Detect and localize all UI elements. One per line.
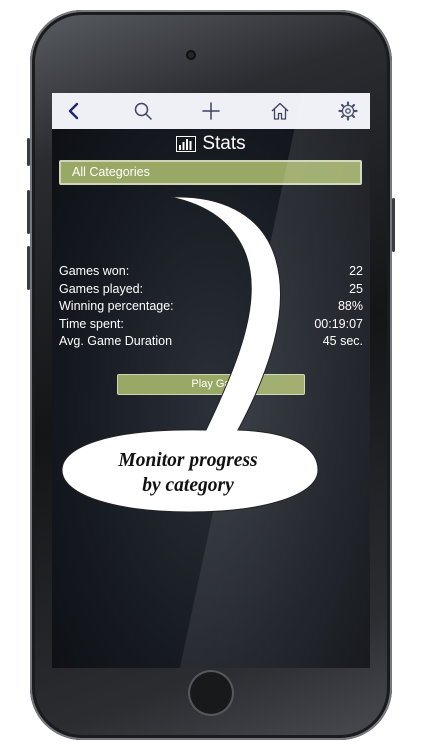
stat-value: 45 sec. bbox=[322, 334, 363, 348]
phone-frame: Stats All Categories Games won: 22 Games… bbox=[27, 10, 395, 740]
play-game-button[interactable]: Play Ga bbox=[117, 374, 305, 395]
gear-icon[interactable] bbox=[334, 97, 362, 125]
stat-value: 88% bbox=[337, 299, 363, 313]
stat-value: 22 bbox=[349, 264, 363, 278]
top-navbar bbox=[52, 93, 370, 129]
front-camera bbox=[186, 50, 196, 60]
title-label: Stats bbox=[202, 133, 246, 154]
bar-chart-icon bbox=[176, 136, 197, 152]
stat-label: Games won: bbox=[59, 264, 130, 278]
stat-label: Winning percentage: bbox=[59, 299, 174, 313]
search-icon[interactable] bbox=[129, 97, 157, 125]
stat-label: Time spent: bbox=[59, 316, 124, 331]
plus-icon[interactable] bbox=[197, 97, 225, 125]
volume-up-button bbox=[27, 190, 30, 234]
stat-label: Avg. Game Duration bbox=[59, 334, 173, 348]
page-title: Stats bbox=[52, 131, 370, 157]
volume-down-button bbox=[27, 246, 30, 290]
stat-row-games-played: Games played: 25 bbox=[59, 281, 363, 299]
stat-value: 25 bbox=[349, 281, 363, 296]
back-arrow-icon[interactable] bbox=[60, 97, 88, 125]
category-selector[interactable]: All Categories bbox=[59, 160, 362, 185]
stats-list: Games won: 22 Games played: 25 Winning p… bbox=[59, 263, 363, 351]
callout-line-1: Monitor progress bbox=[118, 450, 258, 471]
home-button[interactable] bbox=[188, 670, 234, 716]
stat-row-avg-duration: Avg. Game Duration 45 sec. bbox=[59, 333, 363, 351]
callout-text: Monitor progress by category bbox=[68, 448, 308, 498]
stat-label: Games played: bbox=[59, 281, 144, 296]
callout-line-2: by category bbox=[142, 475, 234, 496]
home-icon[interactable] bbox=[266, 97, 294, 125]
stat-row-winning-percentage: Winning percentage: 88% bbox=[59, 298, 363, 316]
stat-value: 00:19:07 bbox=[314, 316, 363, 331]
stat-row-time-spent: Time spent: 00:19:07 bbox=[59, 316, 363, 334]
stat-row-games-won: Games won: 22 bbox=[59, 263, 363, 281]
power-button bbox=[392, 198, 395, 252]
mute-switch bbox=[27, 138, 30, 166]
app-screen: Stats All Categories Games won: 22 Games… bbox=[52, 93, 370, 668]
